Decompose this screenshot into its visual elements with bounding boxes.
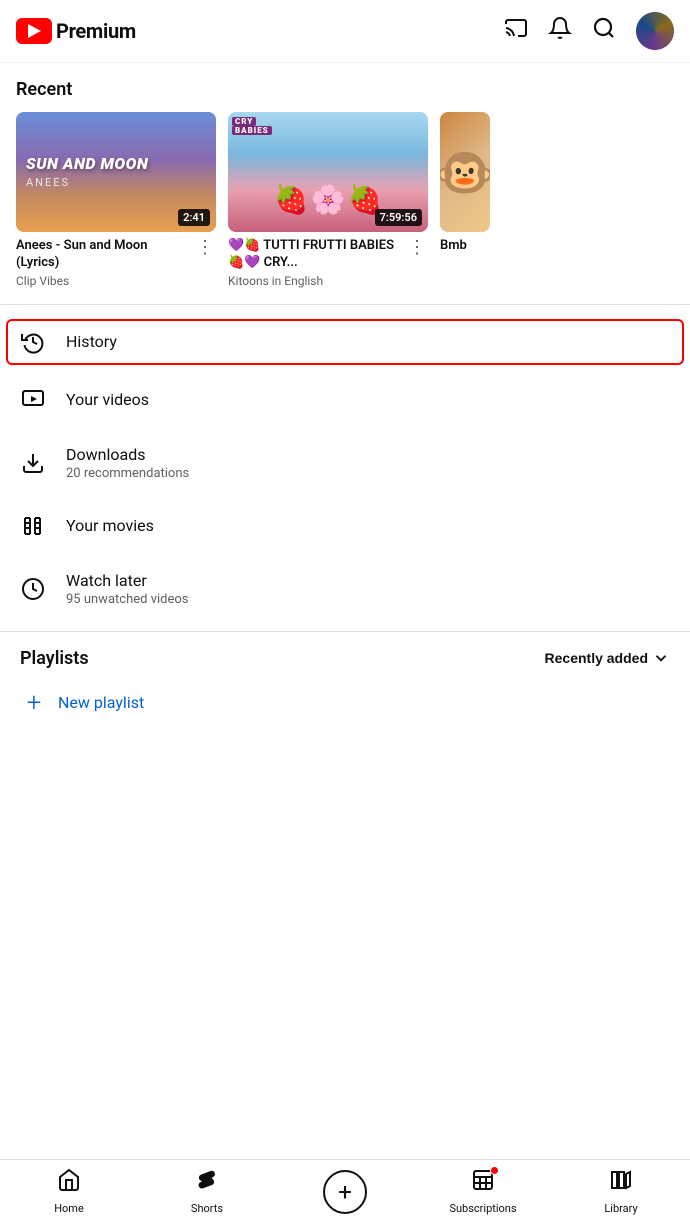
video-title-2: 💜🍓 TUTTI FRUTTI BABIES 🍓💜 CRY... (228, 238, 402, 272)
brand-name: Premium (56, 19, 136, 43)
menu-label-watch-later: Watch later (66, 571, 189, 590)
library-icon (609, 1168, 633, 1198)
movies-icon (20, 513, 46, 539)
menu-text-watch-later: Watch later 95 unwatched videos (66, 571, 189, 607)
menu-label-history: History (66, 332, 117, 351)
plus-icon: + (20, 689, 48, 717)
shorts-icon (195, 1168, 219, 1198)
video-channel-2: Kitoons in English (228, 274, 402, 288)
video-thumb-2[interactable]: CRY BABIES 🍓 🌸 🍓 7:59:56 (228, 112, 428, 232)
nav-label-subscriptions: Subscriptions (449, 1202, 516, 1215)
bottom-nav: Home Shorts + Subscriptions (0, 1159, 690, 1227)
menu-item-watch-later[interactable]: Watch later 95 unwatched videos (0, 555, 690, 623)
video-card-1: SUN AND MOON ANEES 2:41 Anees - Sun and … (16, 112, 216, 288)
nav-item-home[interactable]: Home (0, 1168, 138, 1215)
playlists-header: Playlists Recently added (0, 632, 690, 677)
thumb-artist-1: ANEES (26, 176, 70, 189)
video-meta-3: Bmb (440, 238, 467, 255)
video-info-3: Bmb (440, 238, 490, 255)
cast-icon[interactable] (504, 16, 528, 46)
thumb-title-1: SUN AND MOON (26, 155, 148, 173)
new-playlist-label: New playlist (58, 693, 144, 712)
nav-item-add[interactable]: + (276, 1170, 414, 1214)
video-title-1: Anees - Sun and Moon (Lyrics) (16, 238, 190, 272)
history-icon (20, 329, 46, 355)
watch-later-icon (20, 576, 46, 602)
download-icon (20, 450, 46, 476)
menu-item-your-movies[interactable]: Your movies (0, 497, 690, 555)
duration-badge-2: 7:59:56 (375, 209, 422, 226)
menu-label-your-movies: Your movies (66, 516, 154, 535)
video-card-3: 🐵 Bmb (440, 112, 490, 288)
recently-added-button[interactable]: Recently added (545, 649, 670, 667)
duration-badge-1: 2:41 (178, 209, 210, 226)
menu-item-downloads[interactable]: Downloads 20 recommendations (0, 429, 690, 497)
menu-label-your-videos: Your videos (66, 390, 149, 409)
nav-item-shorts[interactable]: Shorts (138, 1168, 276, 1215)
bell-icon[interactable] (548, 16, 572, 46)
menu-list: History Your videos (0, 305, 690, 631)
playlists-title: Playlists (20, 648, 89, 669)
playlists-section: Playlists Recently added + New playlist (0, 632, 690, 729)
recent-section: Recent SUN AND MOON ANEES 2:41 Anees - S… (0, 63, 690, 304)
video-title-3: Bmb (440, 238, 467, 255)
youtube-icon (16, 18, 52, 44)
recent-scroll: SUN AND MOON ANEES 2:41 Anees - Sun and … (0, 112, 690, 304)
menu-label-downloads: Downloads (66, 445, 189, 464)
menu-text-history: History (66, 332, 117, 351)
recently-added-label: Recently added (545, 650, 648, 666)
nav-item-library[interactable]: Library (552, 1168, 690, 1215)
menu-text-your-movies: Your movies (66, 516, 154, 535)
nav-label-home: Home (54, 1202, 84, 1215)
menu-item-your-videos[interactable]: Your videos (0, 371, 690, 429)
menu-sublabel-downloads: 20 recommendations (66, 466, 189, 481)
header-left: Premium (16, 18, 136, 44)
more-options-2[interactable]: ⋮ (406, 238, 428, 256)
nav-label-library: Library (604, 1202, 637, 1215)
nav-label-shorts: Shorts (191, 1202, 223, 1215)
video-card-2: CRY BABIES 🍓 🌸 🍓 7:59:56 💜🍓 TUTTI FRUTTI… (228, 112, 428, 288)
chevron-down-icon (652, 649, 670, 667)
new-playlist-button[interactable]: + New playlist (0, 677, 690, 729)
video-channel-1: Clip Vibes (16, 274, 190, 288)
monkey-emoji: 🐵 (440, 112, 490, 232)
home-icon (57, 1168, 81, 1198)
recent-title: Recent (0, 79, 690, 112)
menu-text-downloads: Downloads 20 recommendations (66, 445, 189, 481)
subscriptions-icon (471, 1168, 495, 1198)
video-thumb-1[interactable]: SUN AND MOON ANEES 2:41 (16, 112, 216, 232)
menu-sublabel-watch-later: 95 unwatched videos (66, 592, 189, 607)
video-meta-1: Anees - Sun and Moon (Lyrics) Clip Vibes (16, 238, 190, 288)
video-meta-2: 💜🍓 TUTTI FRUTTI BABIES 🍓💜 CRY... Kitoons… (228, 238, 402, 288)
menu-item-history[interactable]: History (0, 313, 690, 371)
avatar[interactable] (636, 12, 674, 50)
header-actions (504, 12, 674, 50)
youtube-logo[interactable]: Premium (16, 18, 136, 44)
search-icon[interactable] (592, 16, 616, 46)
more-options-1[interactable]: ⋮ (194, 238, 216, 256)
menu-text-your-videos: Your videos (66, 390, 149, 409)
add-icon[interactable]: + (323, 1170, 367, 1214)
video-info-1: Anees - Sun and Moon (Lyrics) Clip Vibes… (16, 238, 216, 288)
your-videos-icon (20, 387, 46, 413)
header: Premium (0, 0, 690, 63)
notification-dot (490, 1166, 499, 1175)
video-info-2: 💜🍓 TUTTI FRUTTI BABIES 🍓💜 CRY... Kitoons… (228, 238, 428, 288)
nav-item-subscriptions[interactable]: Subscriptions (414, 1168, 552, 1215)
video-thumb-3[interactable]: 🐵 (440, 112, 490, 232)
